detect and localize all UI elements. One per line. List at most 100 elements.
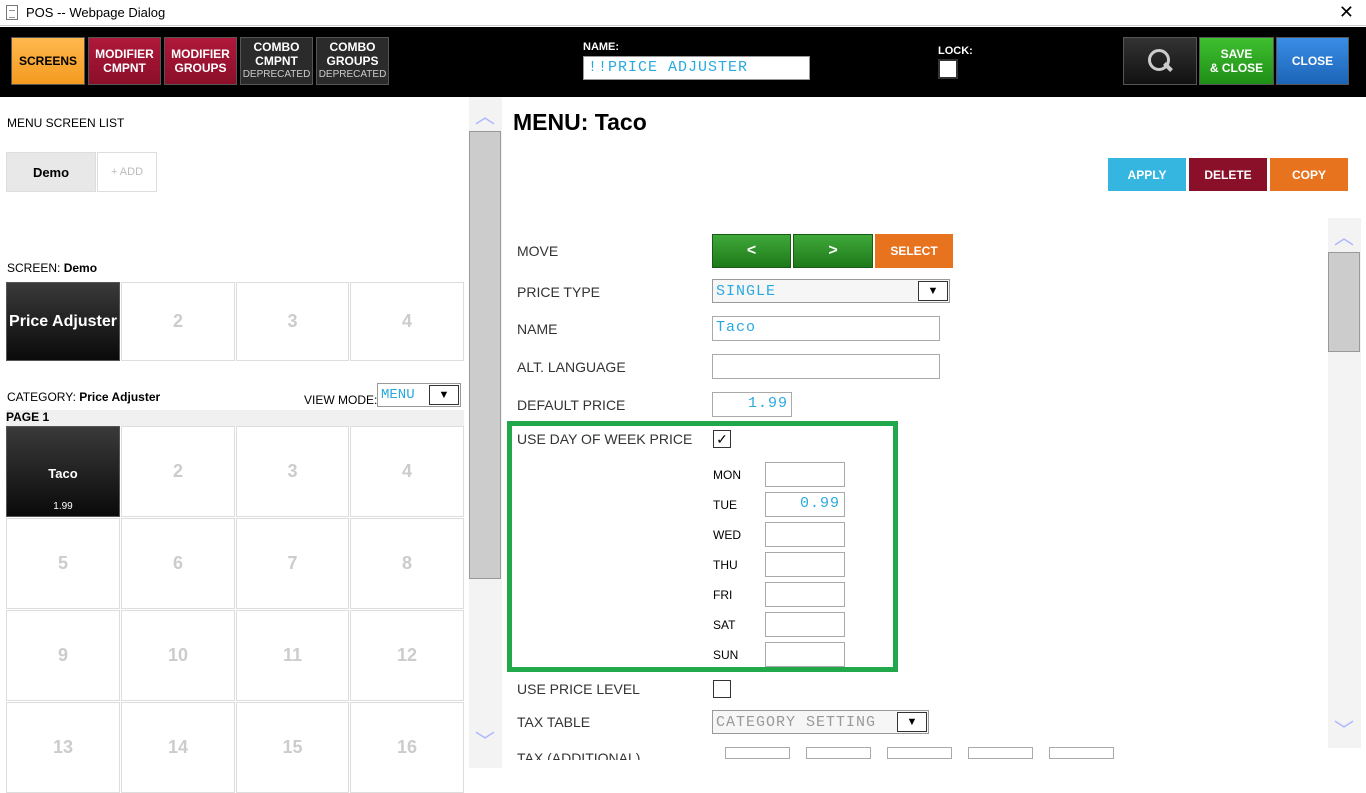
chevron-down-icon[interactable]: ﹀ — [1334, 721, 1354, 741]
item-cell-6[interactable]: 6 — [121, 518, 235, 609]
left-panel: MENU SCREEN LIST Demo + ADD SCREEN: Demo… — [0, 97, 468, 793]
price-type-label: PRICE TYPE — [517, 284, 600, 300]
day-price-wed[interactable] — [765, 522, 845, 547]
close-button[interactable]: CLOSE — [1276, 37, 1349, 85]
search-button[interactable] — [1123, 37, 1197, 85]
screens-button[interactable]: SCREENS — [11, 37, 85, 85]
tax-additional-field-5[interactable] — [1049, 747, 1114, 759]
view-mode-select[interactable]: MENU ▼ — [377, 383, 461, 407]
alt-language-label: ALT. LANGUAGE — [517, 359, 626, 375]
item-cell-14[interactable]: 14 — [121, 702, 235, 793]
screen-tab-demo[interactable]: Demo — [6, 152, 96, 192]
item-cell-13[interactable]: 13 — [6, 702, 120, 793]
modifier-cmpnt-label-2: CMPNT — [103, 61, 146, 75]
use-dow-price-checkbox[interactable]: ✓ — [713, 430, 731, 448]
day-label-tue: TUE — [713, 498, 737, 512]
move-right-button[interactable]: > — [793, 234, 873, 268]
left-scroll-thumb[interactable] — [469, 131, 501, 579]
tax-table-select[interactable]: CATEGORY SETTING ▼ — [712, 710, 929, 734]
item-cell-3[interactable]: 3 — [236, 426, 349, 517]
right-scroll-thumb[interactable] — [1328, 252, 1360, 352]
item-cell-12[interactable]: 12 — [350, 610, 464, 701]
use-dow-price-label: USE DAY OF WEEK PRICE — [517, 431, 693, 447]
combo-cmpnt-button[interactable]: COMBO CMPNT DEPRECATED — [240, 37, 313, 85]
screen-cell-4[interactable]: 4 — [350, 282, 464, 361]
alt-language-field[interactable] — [712, 354, 940, 379]
name-field-label: NAME — [517, 321, 558, 337]
add-screen-button[interactable]: + ADD — [97, 152, 157, 192]
item-cell-11[interactable]: 11 — [236, 610, 349, 701]
tax-additional-label: TAX (ADDITIONAL) — [517, 750, 641, 760]
default-price-field[interactable]: 1.99 — [712, 392, 792, 417]
delete-button[interactable]: DELETE — [1189, 158, 1267, 191]
chevron-down-icon[interactable]: ﹀ — [475, 732, 495, 752]
save-close-button[interactable]: SAVE & CLOSE — [1199, 37, 1274, 85]
lock-checkbox[interactable] — [938, 59, 958, 79]
day-label-sat: SAT — [713, 618, 736, 632]
chevron-down-icon[interactable]: ▼ — [918, 281, 948, 301]
select-button[interactable]: SELECT — [875, 234, 953, 268]
screen-cell-3[interactable]: 3 — [236, 282, 349, 361]
item-cell-2[interactable]: 2 — [121, 426, 235, 517]
move-label: MOVE — [517, 243, 559, 259]
document-icon — [6, 5, 18, 20]
day-price-thu[interactable] — [765, 552, 845, 577]
category-label: CATEGORY: Price Adjuster — [7, 390, 160, 404]
chevron-up-icon[interactable]: ︿ — [475, 107, 495, 127]
day-price-sun[interactable] — [765, 642, 845, 667]
view-mode-label: VIEW MODE: — [304, 393, 378, 407]
price-type-select[interactable]: SINGLE ▼ — [712, 279, 950, 303]
item-cell-1-price: 1.99 — [53, 501, 73, 512]
right-scrollbar[interactable]: ︿ ﹀ — [1328, 218, 1361, 748]
page-label: PAGE 1 — [6, 410, 464, 426]
tax-additional-field-2[interactable] — [806, 747, 871, 759]
apply-button[interactable]: APPLY — [1108, 158, 1186, 191]
move-left-button[interactable]: < — [712, 234, 791, 268]
chevron-up-icon[interactable]: ︿ — [1334, 228, 1354, 248]
lock-label: LOCK: — [938, 45, 973, 57]
name-field[interactable]: Taco — [712, 316, 940, 341]
item-cell-7[interactable]: 7 — [236, 518, 349, 609]
modifier-groups-button[interactable]: MODIFIER GROUPS — [164, 37, 237, 85]
screen-label-text: SCREEN: — [7, 261, 61, 275]
chevron-down-icon[interactable]: ▼ — [429, 385, 459, 405]
modifier-cmpnt-button[interactable]: MODIFIER CMPNT — [88, 37, 161, 85]
use-price-level-label: USE PRICE LEVEL — [517, 681, 640, 697]
tax-additional-field-1[interactable] — [725, 747, 790, 759]
item-cell-10[interactable]: 10 — [121, 610, 235, 701]
tax-additional-field-4[interactable] — [968, 747, 1033, 759]
day-price-sat[interactable] — [765, 612, 845, 637]
window-titlebar: POS -- Webpage Dialog ✕ — [0, 0, 1366, 26]
chevron-down-icon[interactable]: ▼ — [897, 712, 927, 732]
item-cell-8[interactable]: 8 — [350, 518, 464, 609]
left-scrollbar[interactable]: ︿ ﹀ — [469, 97, 502, 768]
screen-cell-2[interactable]: 2 — [121, 282, 235, 361]
copy-button[interactable]: COPY — [1270, 158, 1348, 191]
day-label-thu: THU — [713, 558, 738, 572]
item-cell-4[interactable]: 4 — [350, 426, 464, 517]
day-price-tue[interactable]: 0.99 — [765, 492, 845, 517]
item-cell-1[interactable]: Taco 1.99 — [6, 426, 120, 517]
screen-cell-1[interactable]: Price Adjuster — [6, 282, 120, 361]
day-label-wed: WED — [713, 528, 741, 542]
window-close-icon[interactable]: ✕ — [1339, 2, 1354, 23]
name-input[interactable]: !!PRICE ADJUSTER — [583, 56, 810, 80]
item-cell-5[interactable]: 5 — [6, 518, 120, 609]
day-price-fri[interactable] — [765, 582, 845, 607]
item-cell-15[interactable]: 15 — [236, 702, 349, 793]
tax-additional-field-3[interactable] — [887, 747, 952, 759]
item-cell-16[interactable]: 16 — [350, 702, 464, 793]
day-label-fri: FRI — [713, 588, 733, 602]
screen-label: SCREEN: Demo — [7, 261, 97, 275]
combo-groups-label-1: COMBO — [329, 40, 376, 54]
day-price-mon[interactable] — [765, 462, 845, 487]
right-panel: MENU: Taco APPLY DELETE COPY MOVE < > SE… — [503, 97, 1366, 768]
modifier-cmpnt-label-1: MODIFIER — [95, 47, 154, 61]
use-price-level-checkbox[interactable] — [713, 680, 731, 698]
close-button-label: CLOSE — [1291, 54, 1334, 68]
combo-groups-button[interactable]: COMBO GROUPS DEPRECATED — [316, 37, 389, 85]
screen-name: Demo — [63, 261, 98, 275]
view-mode-value: MENU — [381, 387, 415, 403]
window-title: POS -- Webpage Dialog — [26, 5, 166, 20]
item-cell-9[interactable]: 9 — [6, 610, 120, 701]
